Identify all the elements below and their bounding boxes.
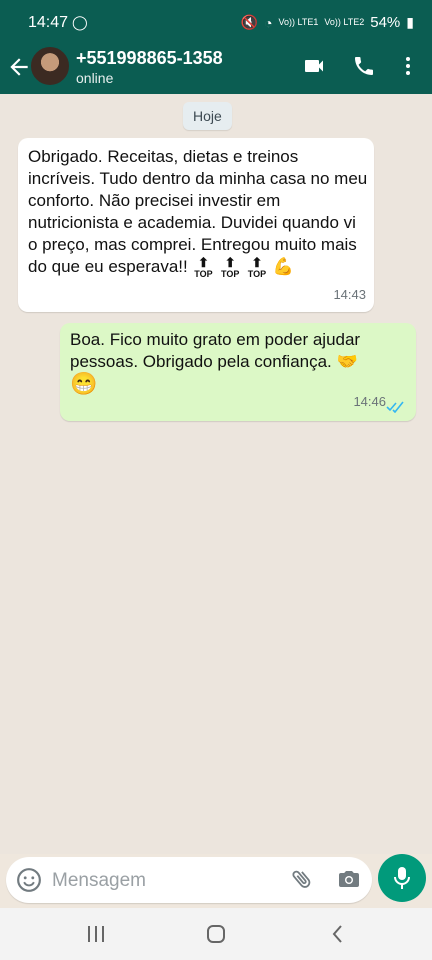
status-time: 14:47 xyxy=(28,14,69,31)
mute-icon: 🔇 xyxy=(240,14,259,30)
message-input-bar xyxy=(6,857,372,903)
phone-icon[interactable] xyxy=(352,54,376,78)
microphone-icon xyxy=(394,867,410,889)
message-text: Obrigado. Receitas, dietas e treinos inc… xyxy=(28,146,368,279)
whatsapp-notification-icon: ◯ xyxy=(72,14,88,30)
android-nav-bar xyxy=(0,908,432,960)
wifi-icon: ◔ xyxy=(264,14,273,31)
top-emoji-icon: ⬆ TOP xyxy=(194,254,213,279)
contact-status: online xyxy=(76,70,114,86)
voice-message-button[interactable] xyxy=(378,854,426,902)
contact-name[interactable]: +551998865-1358 xyxy=(76,48,223,69)
home-icon[interactable] xyxy=(204,924,228,944)
message-text: Boa. Fico muito grato em poder ajudar pe… xyxy=(70,329,390,397)
signal-2-icon: Vo)) LTE2 xyxy=(324,18,364,27)
flexed-biceps-icon: 💪 xyxy=(272,257,294,276)
grinning-face-icon: 😁 xyxy=(70,371,98,396)
camera-icon[interactable] xyxy=(336,867,362,891)
date-chip: Hoje xyxy=(183,102,232,130)
read-ticks-icon xyxy=(386,401,404,413)
status-icons: 🔇 ◔ Vo)) LTE1 Vo)) LTE2 54% ▮ xyxy=(241,14,414,31)
battery-percent: 54% xyxy=(370,14,401,31)
signal-1-icon: Vo)) LTE1 xyxy=(279,18,319,27)
chat-area[interactable]: Hoje Obrigado. Receitas, dietas e treino… xyxy=(0,94,432,854)
message-time: 14:46 xyxy=(353,394,386,409)
battery-icon: ▮ xyxy=(406,14,414,30)
message-input[interactable] xyxy=(50,863,284,899)
status-bar: 14:47 ◯ 🔇 ◔ Vo)) LTE1 Vo)) LTE2 54% ▮ xyxy=(0,0,432,46)
chat-header: +551998865-1358 online xyxy=(0,46,432,94)
outgoing-message-text: Boa. Fico muito grato em poder ajudar pe… xyxy=(70,330,361,371)
video-call-icon[interactable] xyxy=(302,54,326,78)
back-icon[interactable] xyxy=(326,924,350,944)
signal-2-label: Vo)) LTE2 xyxy=(324,17,365,27)
recents-icon[interactable] xyxy=(84,924,108,944)
emoji-icon[interactable] xyxy=(16,867,42,893)
incoming-message[interactable]: Obrigado. Receitas, dietas e treinos inc… xyxy=(18,138,374,312)
attach-icon[interactable] xyxy=(290,867,314,891)
message-time: 14:43 xyxy=(333,287,366,302)
outgoing-message[interactable]: Boa. Fico muito grato em poder ajudar pe… xyxy=(60,323,416,421)
handshake-icon: 🤝 xyxy=(336,352,358,371)
signal-1-label: Vo)) LTE1 xyxy=(278,17,319,27)
more-options-icon[interactable] xyxy=(396,54,420,78)
avatar[interactable] xyxy=(30,46,70,86)
top-emoji-icon: ⬆ TOP xyxy=(221,254,240,279)
back-arrow-icon[interactable] xyxy=(6,54,32,80)
top-emoji-icon: ⬆ TOP xyxy=(247,254,267,279)
